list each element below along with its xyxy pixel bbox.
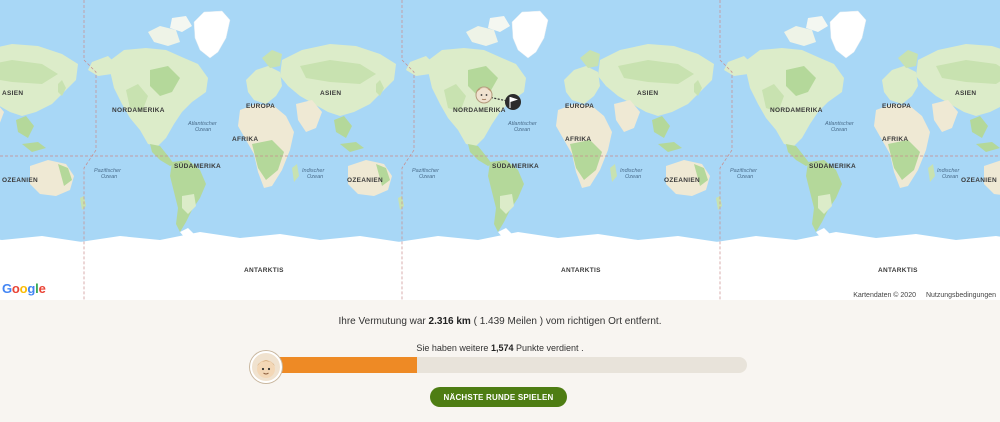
label-atlantic-2b: Ozean (195, 127, 211, 133)
result-summary: Ihre Vermutung war 2.316 km ( 1.439 Meil… (0, 316, 1000, 327)
label-asia-2: ASIEN (320, 90, 341, 97)
label-south-america-4: SÜDAMERIKA (809, 161, 856, 170)
label-indian-4b: Ozean (942, 174, 958, 180)
label-europe-3: EUROPA (565, 103, 594, 110)
label-oceania-4: OZEANIEN (961, 177, 997, 184)
label-indian-2b: Ozean (307, 174, 323, 180)
label-antarctica-3: ANTARKTIS (561, 267, 601, 274)
label-north-america-4: NORDAMERIKA (770, 107, 823, 114)
result-prefix: Ihre Vermutung war (338, 316, 426, 327)
label-antarctica-2: ANTARKTIS (244, 267, 284, 274)
terms-link[interactable]: Nutzungsbedingungen (926, 292, 996, 299)
label-pacific-4b: Ozean (737, 174, 753, 180)
paren-open: ( (473, 316, 477, 327)
label-antarctica-4: ANTARKTIS (878, 267, 918, 274)
result-panel: Ihre Vermutung war 2.316 km ( 1.439 Meil… (0, 300, 1000, 422)
paren-close: ) (539, 316, 544, 327)
label-indian-3b: Ozean (625, 174, 641, 180)
distance-km: 2.316 km (428, 316, 471, 327)
label-africa-3: AFRIKA (565, 136, 591, 143)
score-progress-bar (266, 357, 747, 373)
label-asia-3: ASIEN (637, 90, 658, 97)
label-atlantic-3b: Ozean (514, 127, 530, 133)
points-value: 1,574 (490, 343, 514, 353)
map-canvas[interactable]: ASIEN OZEANIEN NORDAMERIKA EUROPA ASIEN … (0, 0, 1000, 300)
google-logo: Google (2, 281, 46, 296)
label-asia-1: ASIEN (2, 90, 23, 97)
label-south-america-2: SÜDAMERIKA (174, 161, 221, 170)
distance-miles: 1.439 Meilen (479, 316, 537, 327)
avatar-face-icon (257, 360, 275, 378)
next-round-button[interactable]: NÄCHSTE RUNDE SPIELEN (430, 387, 567, 407)
result-suffix: vom richtigen Ort entfernt. (545, 316, 662, 327)
label-south-america-3: SÜDAMERIKA (492, 161, 539, 170)
label-africa-2: AFRIKA (232, 136, 258, 143)
points-prefix: Sie haben weitere (416, 343, 489, 353)
label-oceania-1: OZEANIEN (2, 177, 38, 184)
score-progress-fill (266, 357, 418, 373)
label-pacific-3b: Ozean (419, 174, 435, 180)
world-map[interactable]: ASIEN OZEANIEN NORDAMERIKA EUROPA ASIEN … (0, 0, 1000, 300)
points-suffix: Punkte verdient (516, 343, 579, 353)
label-oceania-2: OZEANIEN (347, 177, 383, 184)
avatar-icon[interactable] (475, 86, 493, 104)
label-north-america-3: NORDAMERIKA (453, 107, 506, 114)
label-atlantic-4b: Ozean (831, 127, 847, 133)
points-summary: Sie haben weitere 1,574 Punkte verdient … (0, 343, 1000, 353)
label-oceania-3: OZEANIEN (664, 177, 700, 184)
label-europe-4: EUROPA (882, 103, 911, 110)
map-data-credit: Kartendaten © 2020 (853, 292, 916, 299)
label-europe-2: EUROPA (246, 103, 275, 110)
label-asia-4: ASIEN (955, 90, 976, 97)
player-avatar (250, 351, 282, 383)
map-attribution: Kartendaten © 2020 Nutzungsbedingungen (849, 291, 1000, 300)
points-period: . (581, 343, 584, 353)
flag-icon[interactable] (505, 94, 521, 110)
label-north-america-2: NORDAMERIKA (112, 107, 165, 114)
label-africa-4: AFRIKA (882, 136, 908, 143)
label-pacific-2b: Ozean (101, 174, 117, 180)
